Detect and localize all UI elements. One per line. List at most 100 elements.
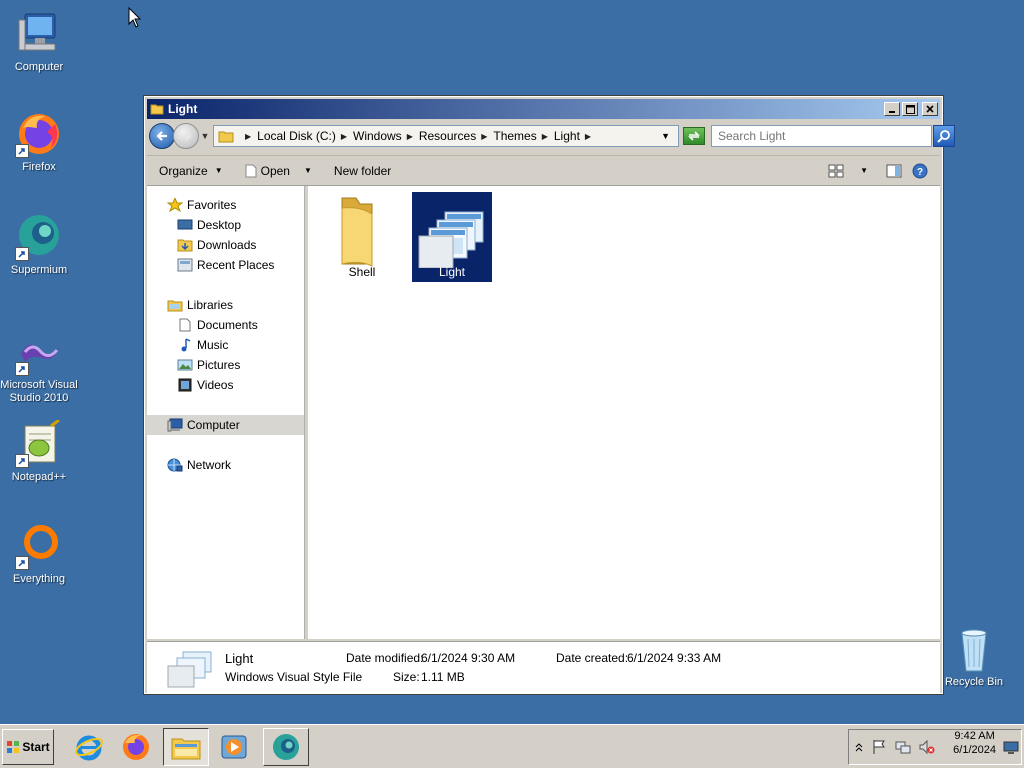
breadcrumb-local-disk[interactable]: Local Disk (C:) ▶ xyxy=(257,129,353,143)
desktop-icon-visual-studio[interactable]: Microsoft Visual Studio 2010 xyxy=(0,328,78,405)
content-area: Favorites Desktop Downloads Recent Place… xyxy=(147,185,940,639)
recent-pages-dropdown[interactable]: ▼ xyxy=(199,131,211,141)
desktop-icon-everything[interactable]: Everything xyxy=(0,522,78,586)
taskbar-explorer[interactable] xyxy=(163,728,209,766)
details-size-label: Size: xyxy=(393,670,420,684)
chevron-right-icon[interactable]: ▶ xyxy=(407,132,413,141)
show-hidden-icons-button[interactable] xyxy=(855,742,863,752)
nav-network[interactable]: Network xyxy=(147,455,304,475)
libraries-icon xyxy=(167,300,183,312)
search-icon xyxy=(937,130,950,143)
desktop-icon-supermium[interactable]: Supermium xyxy=(0,213,78,277)
downloads-folder-icon xyxy=(177,239,193,252)
nav-computer[interactable]: Computer xyxy=(147,415,304,435)
explorer-window[interactable]: Light ▼ ▶ Local Disk (C:) ▶ Windows ▶ Re… xyxy=(143,95,955,695)
shortcut-arrow-icon xyxy=(15,144,29,158)
details-date-modified: 6/1/2024 9:30 AM xyxy=(421,651,516,665)
details-date-created: 6/1/2024 9:33 AM xyxy=(627,651,722,665)
nav-pictures[interactable]: Pictures xyxy=(147,355,304,375)
help-icon[interactable]: ? xyxy=(912,163,928,179)
organize-menu[interactable]: Organize ▼ xyxy=(159,164,223,178)
breadcrumb-windows[interactable]: Windows ▶ xyxy=(353,129,419,143)
desktop-icon-recycle-bin[interactable]: Recycle Bin xyxy=(935,625,1013,689)
refresh-button[interactable] xyxy=(683,127,705,145)
chevron-down-icon: ▼ xyxy=(214,166,223,175)
clock-date: 6/1/2024 xyxy=(953,744,996,756)
minimize-button[interactable] xyxy=(884,102,900,116)
chevron-down-icon[interactable]: ▼ xyxy=(860,166,868,175)
recent-places-icon xyxy=(177,258,193,272)
forward-button[interactable] xyxy=(173,123,199,149)
taskbar-firefox[interactable] xyxy=(113,728,159,766)
action-center-icon[interactable] xyxy=(871,739,887,755)
computer-icon xyxy=(167,418,183,432)
file-name: Shell xyxy=(348,265,376,279)
nav-documents[interactable]: Documents xyxy=(147,315,304,335)
nav-recent-places[interactable]: Recent Places xyxy=(147,255,304,275)
preview-pane-icon[interactable] xyxy=(886,164,902,178)
flag-icon xyxy=(873,740,885,754)
chevron-down-icon[interactable]: ▼ xyxy=(304,166,312,175)
address-box[interactable]: ▶ Local Disk (C:) ▶ Windows ▶ Resources ▶ T… xyxy=(213,125,679,147)
chevron-right-icon[interactable]: ▶ xyxy=(585,132,591,141)
taskbar-clock[interactable]: 9:42 AM 6/1/2024 xyxy=(953,729,996,757)
view-options-icon[interactable] xyxy=(828,164,844,178)
address-history-dropdown[interactable]: ▼ xyxy=(661,131,670,141)
breadcrumb-light[interactable]: Light ▶ xyxy=(554,129,597,143)
back-button[interactable] xyxy=(149,123,175,149)
nav-music[interactable]: Music xyxy=(147,335,304,355)
folder-icon xyxy=(218,131,234,143)
clock-time: 9:42 AM xyxy=(954,730,995,742)
recycle-bin-icon xyxy=(950,625,998,673)
explorer-icon xyxy=(171,738,201,760)
desktop-icon-label: Supermium xyxy=(10,264,68,276)
show-desktop-icon[interactable] xyxy=(1003,741,1019,755)
visual-studio-icon xyxy=(15,328,63,376)
chevron-up-icon xyxy=(855,743,863,752)
desktop-icon-label: Everything xyxy=(13,573,65,585)
nav-videos[interactable]: Videos xyxy=(147,375,304,395)
start-button[interactable]: Start xyxy=(2,729,54,765)
nav-downloads[interactable]: Downloads xyxy=(147,235,304,255)
chevron-right-icon[interactable]: ▶ xyxy=(542,132,548,141)
taskbar-supermium[interactable] xyxy=(263,728,309,766)
mouse-cursor-icon xyxy=(128,7,142,28)
network-status-icon[interactable] xyxy=(895,739,911,755)
network-icon xyxy=(167,458,183,472)
close-button[interactable] xyxy=(922,102,938,116)
search-box[interactable] xyxy=(711,125,955,147)
file-list[interactable]: Shell Light xyxy=(309,186,940,639)
network-icon xyxy=(895,741,911,754)
chevron-right-icon[interactable]: ▶ xyxy=(245,132,251,141)
breadcrumb-themes[interactable]: Themes ▶ xyxy=(493,129,554,143)
search-button[interactable] xyxy=(933,125,955,147)
open-button[interactable]: Open ▼ xyxy=(245,164,312,178)
folder-icon xyxy=(150,104,164,115)
navigation-pane[interactable]: Favorites Desktop Downloads Recent Place… xyxy=(147,186,308,639)
svg-text:?: ? xyxy=(917,167,923,178)
supermium-icon xyxy=(273,734,299,760)
taskbar-internet-explorer[interactable] xyxy=(66,728,112,766)
desktop-icon-computer[interactable]: Computer xyxy=(0,10,78,74)
window-titlebar[interactable]: Light xyxy=(147,99,940,119)
chevron-right-icon[interactable]: ▶ xyxy=(481,132,487,141)
taskbar-media-player[interactable] xyxy=(211,728,257,766)
nav-libraries[interactable]: Libraries xyxy=(147,295,304,315)
search-input[interactable] xyxy=(718,129,908,143)
breadcrumb-resources[interactable]: Resources ▶ xyxy=(419,129,494,143)
volume-muted-icon[interactable] xyxy=(919,739,935,755)
desktop-icon-firefox[interactable]: Firefox xyxy=(0,110,78,174)
maximize-button[interactable] xyxy=(902,102,918,116)
file-item-light[interactable]: Light xyxy=(412,192,492,282)
desktop-icon-notepadpp[interactable]: Notepad++ xyxy=(0,418,78,484)
shortcut-arrow-icon xyxy=(15,362,29,376)
new-folder-button[interactable]: New folder xyxy=(334,164,391,178)
visual-style-file-icon xyxy=(418,211,484,268)
nav-favorites[interactable]: Favorites xyxy=(147,195,304,215)
speaker-muted-icon xyxy=(919,739,935,755)
details-date-created-label: Date created: xyxy=(556,651,629,665)
nav-desktop[interactable]: Desktop xyxy=(147,215,304,235)
desktop-icon-label: Notepad++ xyxy=(11,471,67,483)
chevron-right-icon[interactable]: ▶ xyxy=(341,132,347,141)
file-item-shell[interactable]: Shell xyxy=(322,192,402,282)
